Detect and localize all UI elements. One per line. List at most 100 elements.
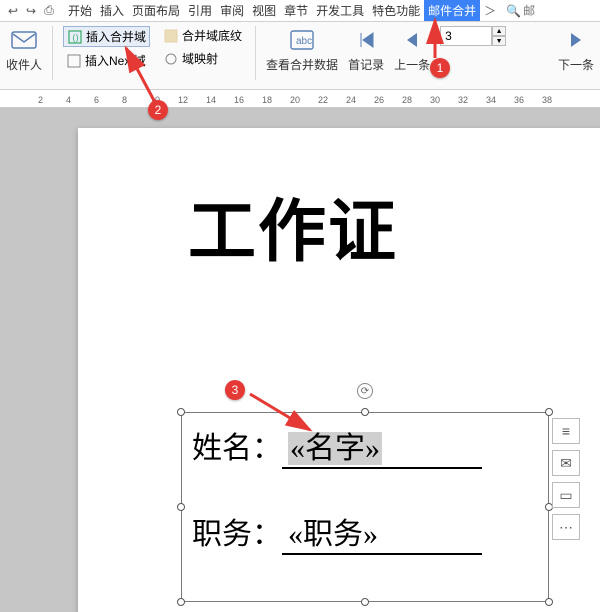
ruler-tick: 12	[178, 95, 188, 105]
layout-option-more[interactable]: ⋯	[552, 514, 580, 540]
row-position: 职务： «职务»	[192, 509, 538, 555]
ruler-tick: 16	[234, 95, 244, 105]
page: 工作证 ⟳ 姓名： «名字» 职务： «	[78, 128, 600, 612]
search-box[interactable]: 🔍 邮	[506, 2, 535, 19]
insert-merge-field-label: 插入合并域	[86, 28, 146, 45]
view-merge-data-button[interactable]: abc 查看合并数据	[266, 26, 338, 73]
previous-icon	[398, 26, 426, 54]
ruler-tick: 32	[458, 95, 468, 105]
horizontal-ruler: 2468101214161820222426283032343638	[0, 90, 600, 108]
envelope-icon	[10, 26, 38, 54]
search-icon: 🔍	[506, 4, 521, 18]
ruler-tick: 6	[94, 95, 99, 105]
insert-merge-field-button[interactable]: ⟨⟩ 插入合并域	[63, 26, 150, 47]
layout-option-square[interactable]: ▭	[552, 482, 580, 508]
next-record-label: 下一条	[558, 56, 594, 73]
merge-shading-button[interactable]: 合并域底纹	[160, 26, 245, 45]
tab-mail-merge[interactable]: 邮件合并	[424, 0, 480, 21]
spin-down-icon[interactable]: ▼	[492, 36, 506, 46]
divider	[52, 26, 53, 80]
first-record-button[interactable]: 首记录	[348, 26, 384, 73]
search-label: 邮	[523, 2, 535, 19]
view-merge-data-label: 查看合并数据	[266, 56, 338, 73]
recipients-button[interactable]: 收件人	[6, 26, 42, 73]
position-value-underline[interactable]: «职务»	[282, 509, 482, 555]
tab-insert[interactable]: 插入	[96, 0, 128, 21]
layout-option-behind[interactable]: ✉	[552, 450, 580, 476]
ribbon: 收件人 ⟨⟩ 插入合并域 插入Next域 合并域底纹 域映射	[0, 22, 600, 90]
position-label: 职务：	[192, 509, 282, 553]
shading-icon	[163, 28, 179, 44]
merge-field-name[interactable]: «名字»	[288, 432, 382, 465]
tab-start[interactable]: 开始	[64, 0, 96, 21]
layout-options-toolbar: ≡ ✉ ▭ ⋯	[552, 418, 582, 540]
region-mapping-button[interactable]: 域映射	[160, 49, 245, 68]
record-index-input[interactable]	[440, 26, 492, 46]
resize-handle[interactable]	[545, 408, 553, 416]
recipients-label: 收件人	[6, 56, 42, 73]
undo-icon[interactable]: ↩	[4, 2, 22, 20]
first-record-label: 首记录	[348, 56, 384, 73]
ruler-tick: 22	[318, 95, 328, 105]
annotation-callout-3: 3	[225, 380, 245, 400]
ruler-tick: 14	[206, 95, 216, 105]
ruler-tick: 34	[486, 95, 496, 105]
redo-icon[interactable]: ↪	[22, 2, 40, 20]
previous-record-button[interactable]: 上一条	[394, 26, 430, 73]
resize-handle[interactable]	[545, 598, 553, 606]
ruler-tick: 4	[66, 95, 71, 105]
tab-view[interactable]: 视图	[248, 0, 280, 21]
region-mapping-label: 域映射	[182, 50, 218, 67]
annotation-callout-1: 1	[430, 58, 450, 78]
divider	[255, 26, 256, 80]
tab-review[interactable]: 审阅	[216, 0, 248, 21]
resize-handle[interactable]	[361, 408, 369, 416]
name-value-underline[interactable]: «名字»	[282, 423, 482, 469]
print-icon[interactable]: ⎙	[40, 2, 58, 20]
mapping-icon	[163, 51, 179, 67]
ruler-tick: 18	[262, 95, 272, 105]
next-icon	[562, 26, 590, 54]
next-record-button[interactable]: 下一条	[558, 26, 594, 73]
resize-handle[interactable]	[177, 408, 185, 416]
svg-text:⟨⟩: ⟨⟩	[72, 33, 79, 43]
text-box-selected[interactable]: ⟳ 姓名： «名字» 职务： «职务»	[181, 412, 549, 602]
view-data-icon: abc	[288, 26, 316, 54]
name-label: 姓名：	[192, 423, 282, 467]
svg-text:abc: abc	[296, 36, 312, 47]
tabs-more[interactable]: ＞	[480, 0, 500, 21]
resize-handle[interactable]	[361, 598, 369, 606]
field-icon: ⟨⟩	[67, 29, 83, 45]
tab-dev-tools[interactable]: 开发工具	[312, 0, 368, 21]
insert-next-field-label: 插入Next域	[85, 52, 146, 69]
record-index-spinner[interactable]: ▲ ▼	[440, 26, 506, 46]
ruler-tick: 20	[290, 95, 300, 105]
ruler-tick: 26	[374, 95, 384, 105]
next-field-icon	[66, 53, 82, 69]
menu-tabs: ↩ ↪ ⎙ 开始 插入 页面布局 引用 审阅 视图 章节 开发工具 特色功能 邮…	[0, 0, 600, 22]
annotation-callout-2: 2	[148, 100, 168, 120]
tab-special[interactable]: 特色功能	[368, 0, 424, 21]
ruler-tick: 2	[38, 95, 43, 105]
layout-option-inline[interactable]: ≡	[552, 418, 580, 444]
insert-next-field-button[interactable]: 插入Next域	[63, 51, 150, 70]
ruler-tick: 36	[514, 95, 524, 105]
resize-handle[interactable]	[177, 503, 185, 511]
merge-field-position[interactable]: «职务»	[288, 518, 378, 551]
spin-up-icon[interactable]: ▲	[492, 26, 506, 36]
resize-handle[interactable]	[177, 598, 185, 606]
tab-sections[interactable]: 章节	[280, 0, 312, 21]
ruler-tick: 24	[346, 95, 356, 105]
previous-record-label: 上一条	[394, 56, 430, 73]
tab-page-layout[interactable]: 页面布局	[128, 0, 184, 21]
text-box-content[interactable]: 姓名： «名字» 职务： «职务»	[182, 413, 548, 561]
row-name: 姓名： «名字»	[192, 423, 538, 469]
tab-references[interactable]: 引用	[184, 0, 216, 21]
ruler-tick: 8	[122, 95, 127, 105]
ruler-tick: 30	[430, 95, 440, 105]
rotate-handle-icon[interactable]: ⟳	[357, 383, 373, 399]
document-canvas: 工作证 ⟳ 姓名： «名字» 职务： «	[0, 108, 600, 612]
document-title: 工作证	[188, 176, 398, 275]
first-record-icon	[352, 26, 380, 54]
ruler-tick: 38	[542, 95, 552, 105]
